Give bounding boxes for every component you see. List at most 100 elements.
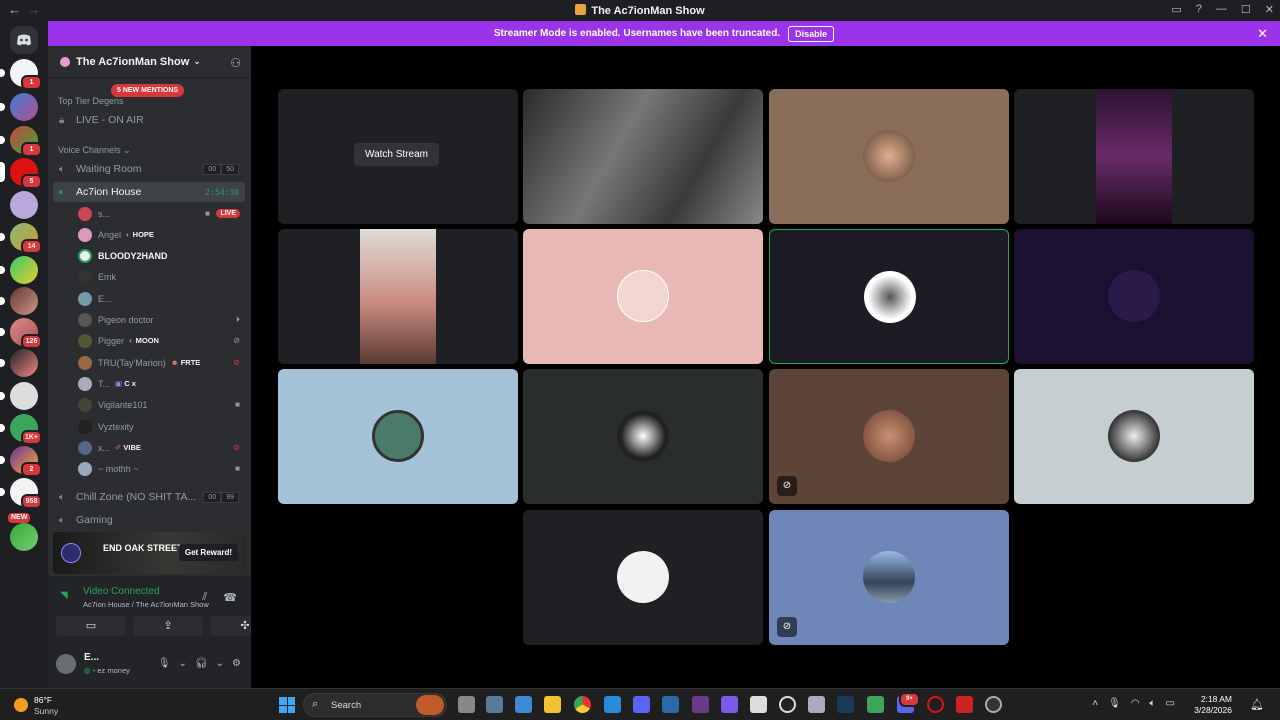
maximize-icon[interactable]: ☐: [1241, 3, 1251, 16]
close-icon[interactable]: ✕: [1265, 3, 1274, 16]
category-top-tier[interactable]: Top Tier Degens: [58, 96, 124, 106]
channel-ac7ion-house[interactable]: 🔈︎ Ac7ion House 2:54:30: [53, 182, 245, 202]
app-icon[interactable]: [662, 696, 679, 713]
disable-button[interactable]: Disable: [788, 25, 835, 42]
headphones-icon[interactable]: 🎧︎: [195, 658, 208, 669]
signal-strength-icon[interactable]: ◥: [60, 590, 68, 601]
server-icon[interactable]: 1K+: [0, 414, 42, 445]
server-icon[interactable]: [0, 93, 38, 121]
chevron-up-icon[interactable]: ˄: [1092, 698, 1098, 709]
clock-time[interactable]: 2:18 AM: [1201, 694, 1232, 704]
connection-status[interactable]: Video Connected: [83, 586, 160, 597]
voice-member[interactable]: TRU(Tay'Marion) ☻ FRTE ⊘: [78, 353, 242, 372]
clock-date[interactable]: 3/28/2026: [1194, 705, 1232, 715]
invite-people-icon[interactable]: ⚇: [230, 56, 241, 70]
chevron-down-icon[interactable]: ⌄: [179, 658, 187, 669]
voice-member[interactable]: T... ▣ C x: [78, 374, 242, 393]
video-tile[interactable]: ⊘: [769, 369, 1009, 504]
voice-member[interactable]: Pigeon doctor ⏵: [78, 310, 242, 329]
voice-member[interactable]: Vigilante101 ■: [78, 395, 242, 414]
channel-chill-zone[interactable]: 🔈︎ Chill Zone (NO SHIT TA... 00 99: [53, 487, 245, 507]
wifi-icon[interactable]: ◠: [1131, 698, 1140, 709]
notepad-icon[interactable]: [604, 696, 621, 713]
volume-icon[interactable]: 🔈︎: [1150, 698, 1156, 709]
voice-member[interactable]: Vyztexity: [78, 417, 242, 436]
help-icon[interactable]: ?: [1196, 3, 1202, 16]
notifications-bell-icon[interactable]: 🔔︎: [1250, 698, 1264, 711]
get-reward-button[interactable]: Get Reward!: [178, 544, 238, 561]
promo-banner[interactable]: END OAK STREET Get Reward!: [53, 532, 246, 574]
chevron-down-icon[interactable]: ⌄: [216, 658, 224, 669]
video-tile[interactable]: [1014, 89, 1254, 224]
server-icon[interactable]: 1: [0, 59, 42, 90]
server-icon[interactable]: 958: [0, 478, 42, 509]
video-tile[interactable]: [523, 510, 763, 645]
video-tile[interactable]: [1014, 369, 1254, 504]
opera-icon[interactable]: [927, 696, 944, 713]
server-icon[interactable]: 14: [0, 223, 42, 254]
voice-member[interactable]: Emk: [78, 267, 242, 286]
video-tile[interactable]: ⊘: [769, 510, 1009, 645]
app-icon[interactable]: [721, 696, 738, 713]
channel-waiting-room[interactable]: 🔈︎ Waiting Room 00 50: [53, 159, 245, 179]
steam-icon[interactable]: [837, 696, 854, 713]
channel-gaming[interactable]: 🔈︎ Gaming: [53, 510, 245, 530]
voice-member[interactable]: s... ■ LIVE: [78, 204, 242, 223]
user-avatar[interactable]: [56, 654, 76, 674]
taskbar-search[interactable]: ⌕ Search: [303, 693, 447, 717]
app-icon[interactable]: [985, 696, 1002, 713]
server-icon[interactable]: 5: [0, 158, 42, 189]
server-icon[interactable]: [0, 382, 38, 410]
watch-stream-button[interactable]: Watch Stream: [354, 143, 439, 166]
app-icon[interactable]: [956, 696, 973, 713]
server-icon[interactable]: 126: [0, 318, 42, 349]
server-icon[interactable]: [0, 256, 38, 284]
video-tile[interactable]: [278, 229, 518, 364]
inbox-icon[interactable]: ▭: [1171, 3, 1181, 16]
app-icon[interactable]: [692, 696, 709, 713]
video-tile[interactable]: [278, 369, 518, 504]
video-tile[interactable]: [523, 369, 763, 504]
speaking-video-tile[interactable]: [769, 229, 1009, 364]
noise-suppression-icon[interactable]: ⫽: [202, 591, 207, 604]
battery-icon[interactable]: ▭: [1166, 698, 1175, 709]
microphone-icon[interactable]: 🎙︎: [1108, 698, 1121, 709]
voice-member[interactable]: Angel ◐ HOPE: [78, 225, 242, 244]
server-icon[interactable]: [0, 287, 38, 315]
direct-messages-button[interactable]: [10, 26, 38, 54]
minimize-icon[interactable]: —: [1216, 3, 1227, 16]
video-tile[interactable]: [1014, 229, 1254, 364]
video-tile[interactable]: [523, 229, 763, 364]
close-banner-icon[interactable]: ✕: [1257, 26, 1268, 42]
server-icon[interactable]: [0, 349, 38, 377]
category-voice-channels[interactable]: Voice Channels ⌄: [58, 145, 131, 156]
microphone-icon[interactable]: 🎙︎: [158, 658, 171, 669]
video-tile[interactable]: [769, 89, 1009, 224]
disconnect-icon[interactable]: ☎: [223, 591, 237, 604]
toggle-camera-button[interactable]: ▭: [56, 616, 126, 636]
channel-live-on-air[interactable]: 🔒︎ LIVE - ON AIR: [53, 110, 245, 130]
voice-member[interactable]: BLOODY2HAND: [78, 246, 242, 265]
stream-tile[interactable]: Watch Stream: [278, 89, 518, 224]
server-header[interactable]: The Ac7ionMan Show ⌄ ⚇: [48, 46, 251, 78]
file-explorer-icon[interactable]: [544, 696, 561, 713]
discord-taskbar-icon[interactable]: 9+: [897, 692, 920, 713]
app-icon[interactable]: [808, 696, 825, 713]
photos-app-icon[interactable]: [515, 696, 532, 713]
settings-app-icon[interactable]: [486, 696, 503, 713]
app-icon[interactable]: [867, 696, 884, 713]
game-controller-icon[interactable]: [633, 696, 650, 713]
server-icon[interactable]: 1: [0, 126, 42, 157]
voice-member[interactable]: Pigger ◐ MOON ⊘: [78, 331, 242, 350]
video-tile[interactable]: [523, 89, 763, 224]
server-icon[interactable]: [10, 523, 38, 551]
settings-gear-icon[interactable]: ⚙: [232, 658, 241, 669]
voice-member[interactable]: x... ✐ VIBE ⊘: [78, 438, 242, 457]
server-icon[interactable]: 2: [0, 446, 42, 477]
task-view-icon[interactable]: [458, 696, 475, 713]
username[interactable]: E...: [84, 652, 99, 663]
app-icon[interactable]: [750, 696, 767, 713]
voice-member[interactable]: ~ mothh ~ ■: [78, 459, 242, 478]
server-icon[interactable]: [10, 191, 38, 219]
voice-member[interactable]: E...: [78, 289, 242, 308]
